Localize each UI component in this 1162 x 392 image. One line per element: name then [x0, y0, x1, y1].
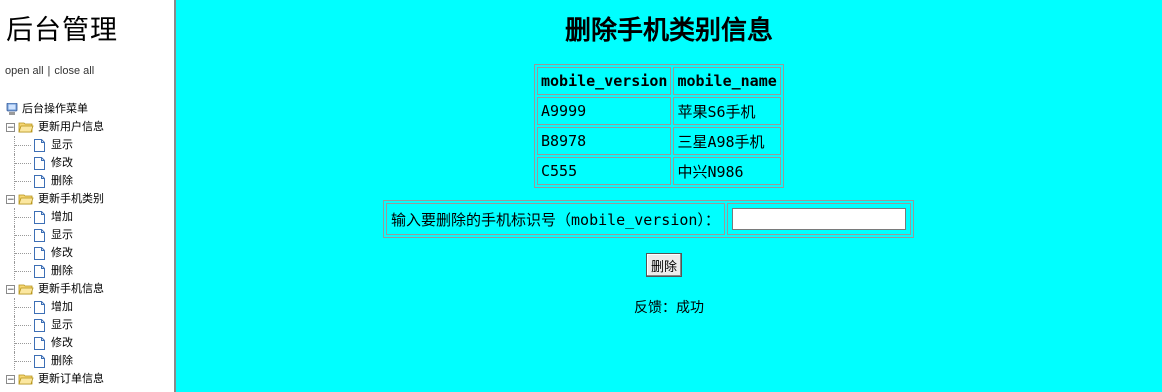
mobile-version-label: 输入要删除的手机标识号（mobile_version）： [386, 203, 725, 235]
folder-open-icon [18, 374, 34, 385]
tree-item-label[interactable]: 显示 [51, 318, 73, 331]
document-icon [34, 336, 45, 350]
tree-group-user[interactable]: − 更新用户信息 [6, 118, 104, 136]
collapse-icon[interactable]: − [6, 122, 15, 132]
delete-form: 输入要删除的手机标识号（mobile_version）： [383, 200, 914, 238]
folder-open-icon [18, 122, 34, 133]
tree-item-phone-show[interactable]: 显示 [6, 316, 104, 334]
collapse-icon[interactable]: − [6, 284, 15, 294]
category-table: mobile_version mobile_name A9999 苹果S6手机 … [534, 64, 784, 188]
tree-item-label[interactable]: 增加 [51, 300, 73, 313]
page-title: 删除手机类别信息 [564, 16, 773, 46]
table-cell: 中兴N986 [673, 157, 781, 185]
document-icon [34, 300, 45, 314]
tree-group-label: 更新手机类别 [38, 192, 104, 205]
tree-item-category-edit[interactable]: 修改 [6, 244, 104, 262]
document-icon [34, 246, 45, 260]
table-cell: A9999 [537, 97, 672, 125]
document-icon [34, 354, 45, 368]
tree-group-order[interactable]: − 更新订单信息 [6, 370, 104, 388]
main-panel: 删除手机类别信息 mobile_version mobile_name A999… [176, 0, 1162, 392]
folder-open-icon [18, 194, 34, 205]
table-cell: 三星A98手机 [673, 127, 781, 155]
document-icon [34, 156, 45, 170]
table-header-row: mobile_version mobile_name [537, 67, 781, 95]
close-all-link[interactable]: close all [54, 65, 94, 77]
table-row: B8978 三星A98手机 [537, 127, 781, 155]
tree-item-user-show[interactable]: 显示 [6, 136, 104, 154]
collapse-icon[interactable]: − [6, 374, 15, 384]
document-icon [34, 264, 45, 278]
document-icon [34, 228, 45, 242]
document-icon [34, 210, 45, 224]
tree-item-label[interactable]: 删除 [51, 354, 73, 367]
mobile-version-cell [726, 203, 911, 235]
tree-item-label[interactable]: 显示 [51, 138, 73, 151]
tree-item-label[interactable]: 删除 [51, 264, 73, 277]
mobile-version-input[interactable] [731, 208, 906, 230]
computer-icon [6, 102, 18, 115]
menu-tree: 后台操作菜单 − 更新用户信息 显示 修改 删除 − 更新手机类别 增加 显示 修改… [6, 100, 104, 388]
tree-toggle-links: open all | close all [5, 65, 94, 77]
tree-item-phone-edit[interactable]: 修改 [6, 334, 104, 352]
tree-item-label[interactable]: 修改 [51, 246, 73, 259]
tree-item-label[interactable]: 修改 [51, 156, 73, 169]
table-row: C555 中兴N986 [537, 157, 781, 185]
tree-group-label: 更新手机信息 [38, 282, 104, 295]
tree-item-phone-add[interactable]: 增加 [6, 298, 104, 316]
document-icon [34, 174, 45, 188]
table-cell: B8978 [537, 127, 672, 155]
tree-item-label[interactable]: 修改 [51, 336, 73, 349]
column-header: mobile_version [537, 67, 672, 95]
tree-item-user-edit[interactable]: 修改 [6, 154, 104, 172]
table-cell: 苹果S6手机 [673, 97, 781, 125]
table-cell: C555 [537, 157, 672, 185]
tree-item-label[interactable]: 删除 [51, 174, 73, 187]
tree-item-category-delete[interactable]: 删除 [6, 262, 104, 280]
tree-item-phone-delete[interactable]: 删除 [6, 352, 104, 370]
tree-item-user-delete[interactable]: 删除 [6, 172, 104, 190]
column-header: mobile_name [673, 67, 781, 95]
tree-item-label[interactable]: 显示 [51, 228, 73, 241]
feedback-text: 反馈：成功 [634, 300, 704, 316]
tree-group-label: 更新订单信息 [38, 372, 104, 385]
tree-root[interactable]: 后台操作菜单 [6, 100, 104, 118]
tree-group-phone[interactable]: − 更新手机信息 [6, 280, 104, 298]
tree-group-label: 更新用户信息 [38, 120, 104, 133]
tree-root-label: 后台操作菜单 [22, 102, 88, 115]
sidebar: 后台管理 open all | close all 后台操作菜单 − 更新用户信息 显… [0, 0, 174, 392]
table-row: A9999 苹果S6手机 [537, 97, 781, 125]
open-all-link[interactable]: open all [5, 65, 44, 77]
folder-open-icon [18, 284, 34, 295]
tree-item-label[interactable]: 增加 [51, 210, 73, 223]
toggle-separator: | [47, 65, 51, 77]
tree-item-category-add[interactable]: 增加 [6, 208, 104, 226]
sidebar-title: 后台管理 [6, 15, 118, 46]
document-icon [34, 138, 45, 152]
collapse-icon[interactable]: − [6, 194, 15, 204]
document-icon [34, 318, 45, 332]
delete-button[interactable]: 删除 [646, 253, 683, 277]
tree-group-category[interactable]: − 更新手机类别 [6, 190, 104, 208]
tree-item-category-show[interactable]: 显示 [6, 226, 104, 244]
